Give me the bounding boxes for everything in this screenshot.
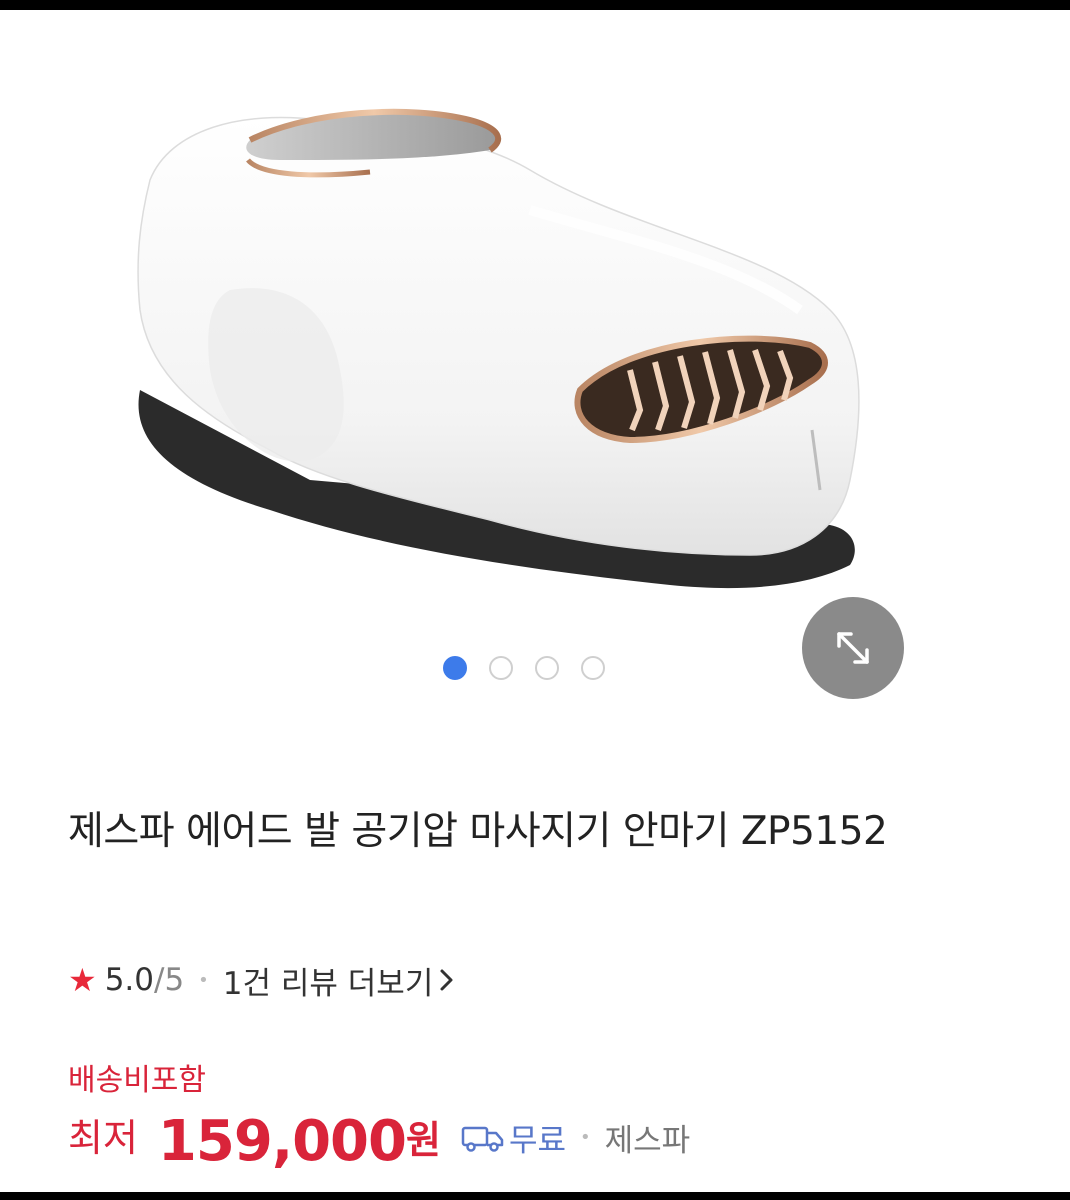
star-icon: ★ bbox=[68, 961, 97, 999]
free-shipping-label: 무료 bbox=[508, 1123, 566, 1159]
rating-max: /5 bbox=[154, 962, 185, 998]
shipping-included-note: 배송비포함 bbox=[68, 1063, 206, 1098]
separator-dot: • bbox=[580, 1127, 591, 1148]
carousel-dot-2[interactable] bbox=[489, 656, 513, 680]
truck-icon bbox=[461, 1126, 504, 1152]
carousel-indicator[interactable] bbox=[443, 656, 605, 680]
rating-score: 5.0 bbox=[104, 962, 154, 998]
seller-name[interactable]: 제스파 bbox=[605, 1115, 691, 1160]
product-image-gallery[interactable] bbox=[0, 10, 1070, 730]
product-detail-screen: 제스파 에어드 발 공기압 마사지기 안마기 ZP5152 ★ 5.0 /5 •… bbox=[0, 10, 1070, 1192]
carousel-dot-3[interactable] bbox=[535, 656, 559, 680]
review-link[interactable]: 1건 리뷰 더보기 bbox=[223, 958, 456, 1003]
carousel-dot-4[interactable] bbox=[581, 656, 605, 680]
lowest-price-label: 최저 bbox=[68, 1116, 138, 1160]
price-row: 최저 159,000 원 무료 • 제스파 bbox=[68, 1104, 690, 1174]
rating-row: ★ 5.0 /5 • 1건 리뷰 더보기 bbox=[68, 958, 455, 1002]
product-title: 제스파 에어드 발 공기압 마사지기 안마기 ZP5152 bbox=[68, 809, 888, 854]
expand-icon bbox=[837, 632, 869, 664]
separator-dot: • bbox=[198, 969, 209, 991]
expand-image-button[interactable] bbox=[802, 597, 904, 699]
carousel-dot-1[interactable] bbox=[443, 656, 467, 680]
price-unit: 원 bbox=[405, 1118, 441, 1162]
review-link-label: 1건 리뷰 더보기 bbox=[222, 965, 434, 1002]
price-amount: 159,000 bbox=[157, 1109, 407, 1174]
shipping-info: 무료 • 제스파 bbox=[461, 1115, 690, 1174]
chevron-right-icon bbox=[440, 969, 453, 991]
